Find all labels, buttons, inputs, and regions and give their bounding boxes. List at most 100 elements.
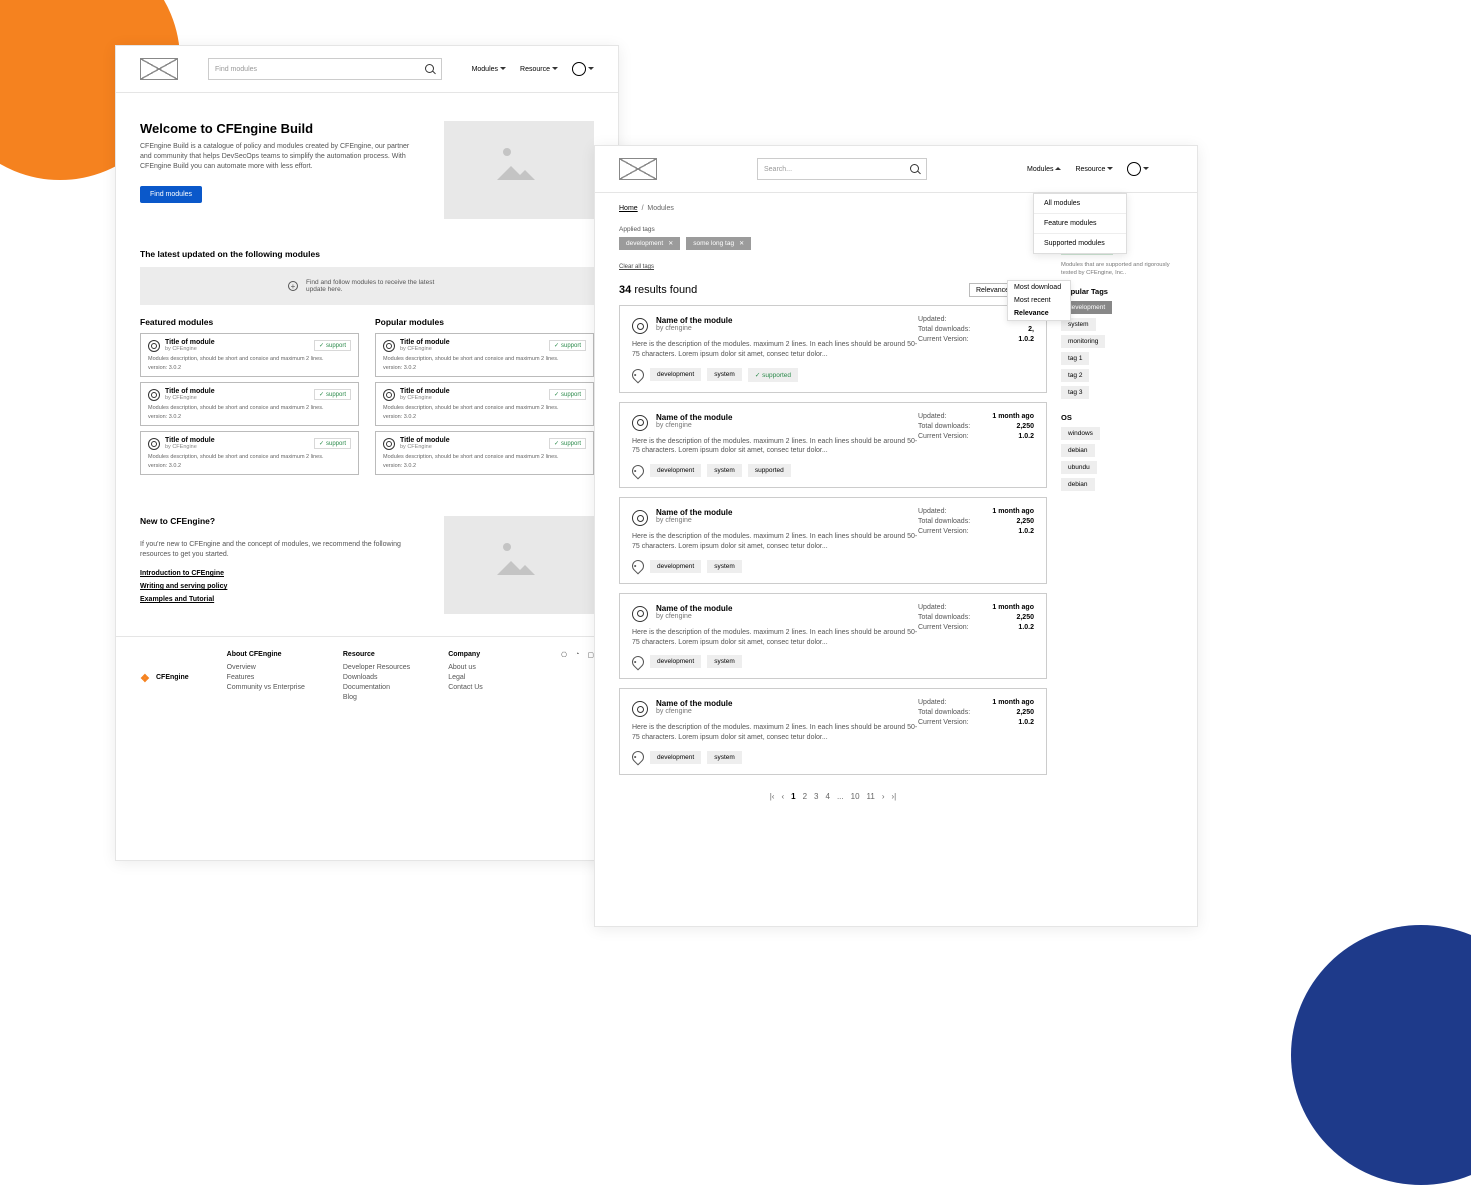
search-placeholder: Search... [764,166,792,173]
page-first[interactable]: |‹ [770,792,775,801]
footer-link[interactable]: Overview [227,664,305,671]
tag[interactable]: tag 1 [1061,352,1089,365]
page-prev[interactable]: ‹ [781,792,784,801]
page-title: Welcome to CFEngine Build [140,121,420,136]
dropdown-item-selected[interactable]: Relevance [1008,307,1070,320]
result-card[interactable]: Name of the moduleby cfengine Here is th… [619,402,1047,489]
tag[interactable]: system [707,368,742,381]
nav-modules[interactable]: Modules [1027,165,1061,173]
tag[interactable]: system [707,464,742,477]
nav-modules[interactable]: Modules [472,65,506,73]
footer-link[interactable]: Community vs Enterprise [227,684,305,691]
module-card[interactable]: Title of moduleby CFEnginesupport Module… [140,431,359,475]
footer-about: About CFEngine Overview Features Communi… [227,651,305,704]
result-card[interactable]: Name of the moduleby cfengine Here is th… [619,593,1047,680]
result-card[interactable]: Name of the moduleby cfengine Here is th… [619,305,1047,393]
crumb-home[interactable]: Home [619,205,638,212]
footer-link[interactable]: Blog [343,694,410,701]
tag[interactable]: debian [1061,478,1095,491]
tag[interactable]: development [650,368,701,381]
search-placeholder: Find modules [215,66,257,73]
tag[interactable]: development [650,560,701,573]
nav-resource[interactable]: Resource [1075,165,1113,173]
nav: Modules Resource [472,62,594,76]
result-meta: Updated:1 month ago Total downloads:2,25… [918,413,1034,478]
logo-placeholder[interactable] [619,158,657,180]
footer-brand[interactable]: CFEngine [140,651,189,704]
result-card[interactable]: Name of the moduleby cfengine Here is th… [619,688,1047,775]
footer-link[interactable]: About us [448,664,483,671]
logo-placeholder[interactable] [140,58,178,80]
tag[interactable]: development [650,751,701,764]
result-meta: Updated:1 Total downloads:2, Current Ver… [918,316,1034,382]
tag[interactable]: system [707,560,742,573]
page-11[interactable]: 11 [867,792,875,801]
policy-link[interactable]: Writing and serving policy [140,583,420,590]
page-3[interactable]: 3 [814,792,818,801]
tag[interactable]: tag 3 [1061,386,1089,399]
page-10[interactable]: 10 [851,792,860,801]
tag[interactable]: system [707,655,742,668]
clear-tags-link[interactable]: Clear all tags [619,264,654,270]
page-2[interactable]: 2 [803,792,807,801]
tag-supported[interactable]: supported [748,368,798,382]
crumb-modules[interactable]: Modules [647,205,673,212]
tag[interactable]: windows [1061,427,1100,440]
footer-link[interactable]: Legal [448,674,483,681]
tag[interactable]: monitoring [1061,335,1105,348]
new-image-placeholder [444,516,594,614]
result-card[interactable]: Name of the moduleby cfengine Here is th… [619,497,1047,584]
avatar-icon [632,318,648,334]
support-badge: support [314,389,351,400]
user-menu[interactable] [572,62,594,76]
tag[interactable]: development [650,655,701,668]
examples-link[interactable]: Examples and Tutorial [140,596,420,603]
search-icon[interactable] [910,164,920,174]
intro-link[interactable]: Introduction to CFEngine [140,570,420,577]
nav-resource[interactable]: Resource [520,65,558,73]
avatar-icon [632,415,648,431]
dropdown-item[interactable]: All modules [1034,194,1126,214]
twitter-icon[interactable]: ◔ [575,651,579,704]
footer: CFEngine About CFEngine Overview Feature… [116,636,618,724]
footer-link[interactable]: Contact Us [448,684,483,691]
page-1[interactable]: 1 [791,792,795,801]
sort-dropdown: Most download Most recent Relevance [1007,280,1071,321]
page-4[interactable]: 4 [826,792,830,801]
search-input[interactable]: Find modules [208,58,442,80]
user-menu[interactable] [1127,162,1149,176]
footer-link[interactable]: Documentation [343,684,410,691]
page-last[interactable]: ›| [892,792,897,801]
dropdown-item[interactable]: Feature modules [1034,214,1126,234]
applied-tag[interactable]: some long tag [686,237,751,250]
applied-tag[interactable]: development [619,237,680,250]
page-next[interactable]: › [882,792,885,801]
footer-link[interactable]: Downloads [343,674,410,681]
search-icon[interactable] [425,64,435,74]
tag[interactable]: tag 2 [1061,369,1089,382]
footer-link[interactable]: Developer Resources [343,664,410,671]
pagination: |‹ ‹ 1 2 3 4 ... 10 11 › ›| [619,784,1047,809]
tag[interactable]: debian [1061,444,1095,457]
module-card[interactable]: Title of moduleby CFEnginesupport Module… [375,382,594,426]
module-card[interactable]: Title of moduleby CFEnginesupport Module… [140,333,359,377]
module-card[interactable]: Title of moduleby CFEnginesupport Module… [140,382,359,426]
find-modules-button[interactable]: Find modules [140,186,202,203]
tag[interactable]: supported [748,464,791,477]
module-columns: Featured modules Title of moduleby CFEng… [116,313,618,494]
dropdown-item[interactable]: Supported modules [1034,234,1126,253]
module-card[interactable]: Title of moduleby CFEnginesupport Module… [375,333,594,377]
github-icon[interactable]: ⎔ [561,651,567,704]
footer-link[interactable]: Features [227,674,305,681]
chat-icon[interactable]: ▢ [587,651,594,704]
search-input[interactable]: Search... [757,158,927,180]
tag[interactable]: system [707,751,742,764]
updates-text: Find and follow modules to receive the l… [306,279,446,293]
modules-list-mock: Search... Modules Resource All modules F… [594,145,1198,927]
page-dots: ... [837,792,844,801]
dropdown-item[interactable]: Most download [1008,281,1070,294]
tag[interactable]: development [650,464,701,477]
dropdown-item[interactable]: Most recent [1008,294,1070,307]
module-card[interactable]: Title of moduleby CFEnginesupport Module… [375,431,594,475]
tag[interactable]: ubundu [1061,461,1097,474]
